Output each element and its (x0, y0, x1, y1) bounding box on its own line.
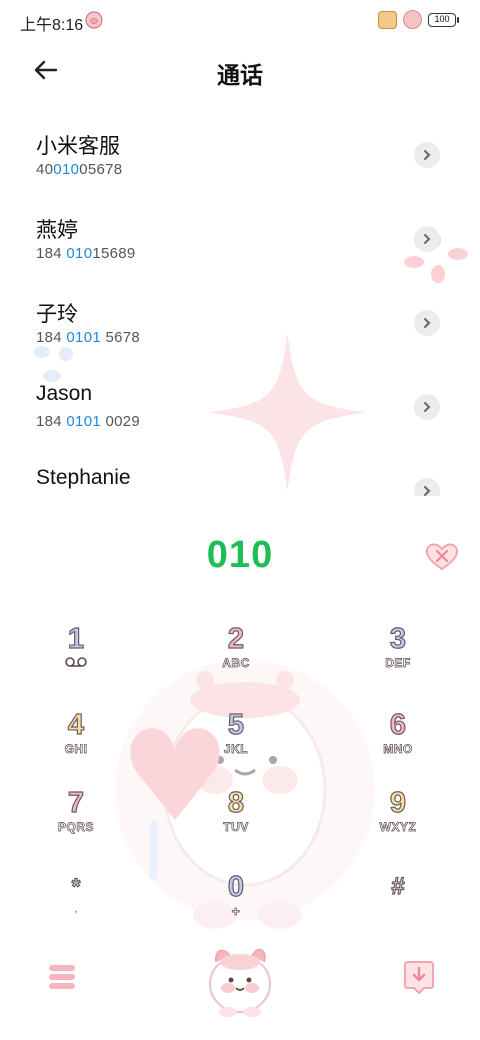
contact-number: 184 0101 0029 (36, 413, 141, 430)
key-letters: DEF (385, 656, 411, 671)
chevron-right-icon[interactable] (414, 394, 440, 420)
key-digit: 1 (67, 622, 85, 655)
key-digit: 5 (227, 708, 245, 741)
key-digit: 9 (389, 786, 407, 819)
contact-name: Jason (36, 382, 93, 405)
key-letters: GHI (64, 742, 88, 757)
key-letters: PQRS (57, 820, 94, 835)
pause-mark: , (74, 904, 78, 915)
chevron-right-icon[interactable] (414, 142, 440, 168)
contact-number: 184 01015689 (36, 245, 136, 262)
pig-notification-icon (85, 11, 103, 29)
status-time: 上午8:16 (20, 17, 84, 34)
key-letters: TUV (223, 820, 249, 835)
contact-name: 小米客服 (36, 135, 120, 158)
header: 通话 (0, 42, 480, 98)
menu-icon[interactable] (46, 962, 78, 992)
key-6[interactable]: 6 MNO (343, 708, 453, 780)
wifi-icon (403, 10, 422, 29)
contact-name: Stephanie (36, 466, 131, 489)
key-digit: 3 (389, 622, 407, 655)
sheep-call-icon[interactable] (200, 940, 280, 1018)
signal-icon (378, 10, 397, 29)
chevron-right-icon[interactable] (414, 310, 440, 336)
key-digit: 7 (67, 786, 85, 819)
key-letters: WXYZ (379, 820, 417, 835)
contact-item[interactable]: Jason 184 0101 0029 (0, 364, 480, 448)
contact-item[interactable]: Stephanie (0, 448, 480, 496)
key-letters: ABC (222, 656, 250, 671)
key-hash[interactable]: # (343, 870, 453, 942)
contact-item[interactable]: 燕婷 184 01015689 (0, 196, 480, 280)
key-digit: * (71, 873, 81, 899)
download-icon[interactable] (402, 958, 436, 996)
key-digit: 0 (227, 870, 245, 903)
status-icons: 100 (378, 10, 459, 29)
page-title: 通话 (217, 62, 263, 88)
key-1[interactable]: 1 (21, 622, 131, 694)
status-bar: 上午8:16 100 (0, 0, 480, 42)
key-digit: 6 (389, 708, 407, 741)
contact-item[interactable]: 子玲 184 0101 5678 (0, 280, 480, 364)
voicemail-icon (65, 657, 87, 667)
key-7[interactable]: 7 PQRS (21, 786, 131, 858)
bottom-action-bar (0, 940, 480, 1030)
key-8[interactable]: 8 TUV (181, 786, 291, 858)
key-4[interactable]: 4 GHI (21, 708, 131, 780)
heart-delete-icon[interactable] (424, 540, 460, 572)
key-digit: 4 (67, 708, 85, 741)
key-letters: + (231, 903, 241, 919)
dialed-number-display: 010 (206, 534, 274, 576)
contact-number: 4001005678 (36, 161, 123, 178)
key-0[interactable]: 0 + (181, 870, 291, 942)
key-3[interactable]: 3 DEF (343, 622, 453, 694)
key-5[interactable]: 5 JKL (181, 708, 291, 780)
key-star[interactable]: * , (21, 870, 131, 942)
contact-suggestion-list: 小米客服 4001005678 燕婷 184 01015689 子玲 184 0… (0, 112, 480, 496)
chevron-right-icon[interactable] (414, 478, 440, 496)
key-digit: # (391, 872, 406, 900)
contact-name: 子玲 (36, 303, 78, 326)
key-2[interactable]: 2 ABC (181, 622, 291, 694)
key-letters: JKL (223, 742, 249, 757)
contact-number: 184 0101 5678 (36, 329, 141, 346)
key-digit: 8 (227, 786, 245, 819)
chevron-right-icon[interactable] (414, 226, 440, 252)
key-9[interactable]: 9 WXYZ (343, 786, 453, 858)
key-digit: 2 (227, 622, 245, 655)
key-letters: MNO (383, 742, 413, 757)
contact-name: 燕婷 (36, 219, 78, 242)
battery-icon: 100 (428, 12, 459, 27)
contact-item[interactable]: 小米客服 4001005678 (0, 112, 480, 196)
